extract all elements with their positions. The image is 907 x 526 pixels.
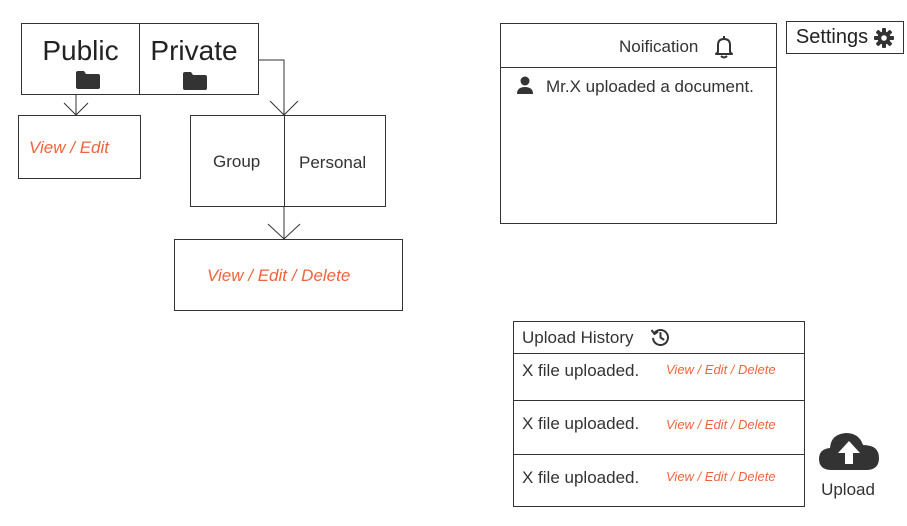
upload-row-text: X file uploaded.	[522, 361, 640, 380]
private-label: Private	[150, 35, 238, 66]
access-type-selector: Public Private	[21, 23, 259, 95]
upload-row-text: X file uploaded.	[522, 468, 640, 487]
upload-history-row: X file uploaded. View / Edit / Delete	[514, 353, 804, 400]
upload-history-panel: Upload History X file uploaded. View / E…	[513, 321, 805, 507]
upload-history-header: Upload History	[514, 322, 804, 353]
notification-item[interactable]: Mr.X uploaded a document.	[501, 68, 776, 100]
public-label: Public	[42, 35, 119, 66]
private-option[interactable]: Private	[140, 24, 258, 94]
upload-history-row: X file uploaded. View / Edit / Delete	[514, 400, 804, 454]
history-icon[interactable]	[650, 327, 670, 347]
gear-icon	[874, 27, 895, 48]
notification-text: Mr.X uploaded a document.	[546, 77, 754, 96]
settings-button[interactable]: Settings	[786, 21, 904, 54]
upload-history-title: Upload History	[522, 328, 634, 347]
notification-title: Noification	[619, 37, 699, 56]
divider	[284, 116, 285, 206]
upload-row-actions-link[interactable]: View / Edit / Delete	[666, 417, 776, 432]
cloud-upload-icon	[819, 433, 879, 470]
upload-label: Upload	[821, 480, 875, 499]
upload-row-actions-link[interactable]: View / Edit / Delete	[666, 469, 776, 484]
public-view-edit-link[interactable]: View / Edit	[29, 138, 109, 158]
settings-label: Settings	[795, 26, 869, 48]
private-type-selector: Group Personal	[190, 115, 386, 207]
public-option[interactable]: Public	[22, 24, 139, 94]
upload-row-actions-link[interactable]: View / Edit / Delete	[666, 362, 776, 377]
upload-row-text: X file uploaded.	[522, 414, 640, 433]
group-option[interactable]: Group	[213, 152, 260, 172]
folder-icon	[183, 72, 207, 90]
bell-icon[interactable]	[714, 35, 734, 59]
public-actions-box: View / Edit	[18, 115, 141, 179]
upload-button[interactable]: Upload	[812, 428, 884, 502]
private-actions-box: View / Edit / Delete	[174, 239, 403, 311]
user-icon	[517, 76, 533, 94]
personal-option[interactable]: Personal	[299, 153, 366, 173]
notification-header: Noification	[501, 24, 776, 68]
notification-panel: Noification Mr.X uploaded a document.	[500, 23, 777, 224]
upload-history-row: X file uploaded. View / Edit / Delete	[514, 454, 804, 506]
folder-icon	[76, 71, 100, 89]
private-view-edit-delete-link[interactable]: View / Edit / Delete	[207, 266, 350, 286]
